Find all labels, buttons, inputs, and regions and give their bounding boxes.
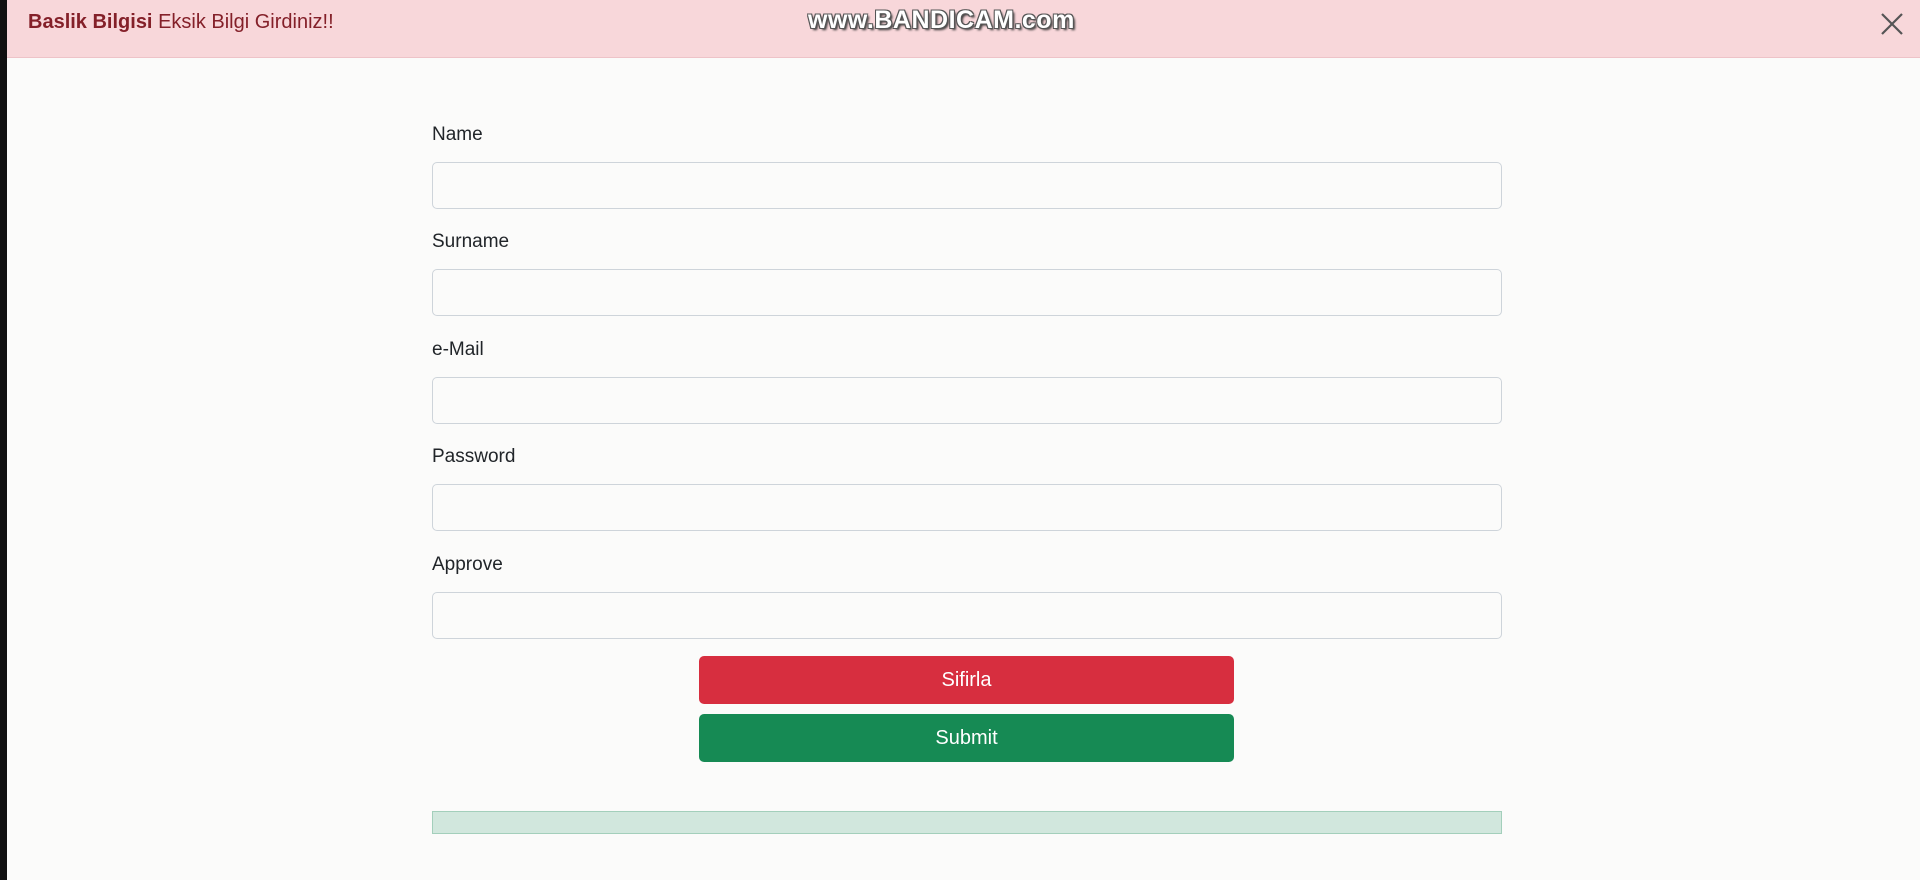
surname-input[interactable] [432, 269, 1502, 316]
surname-group: Surname [432, 229, 1502, 316]
surname-label: Surname [432, 231, 510, 252]
password-input[interactable] [432, 484, 1502, 531]
approve-label: Approve [432, 554, 503, 575]
password-label: Password [432, 446, 516, 467]
result-alert [432, 811, 1502, 834]
email-group: e-Mail [432, 337, 1502, 424]
approve-input[interactable] [432, 592, 1502, 639]
window-left-edge [0, 0, 7, 880]
alert-message: Eksik Bilgi Girdiniz!! [158, 11, 334, 33]
close-icon[interactable] [1878, 10, 1906, 38]
name-input[interactable] [432, 162, 1502, 209]
alert-text: Baslik Bilgisi Eksik Bilgi Girdiniz!! [28, 11, 334, 34]
alert-title: Baslik Bilgisi [28, 11, 153, 33]
submit-button[interactable]: Submit [699, 714, 1234, 762]
name-label: Name [432, 124, 483, 145]
name-group: Name [432, 122, 1502, 209]
email-label: e-Mail [432, 339, 484, 360]
reset-button[interactable]: Sifirla [699, 656, 1234, 704]
approve-group: Approve [432, 552, 1502, 639]
password-group: Password [432, 444, 1502, 531]
bandicam-watermark: www.BANDICAM.com [808, 6, 1075, 34]
email-input[interactable] [432, 377, 1502, 424]
